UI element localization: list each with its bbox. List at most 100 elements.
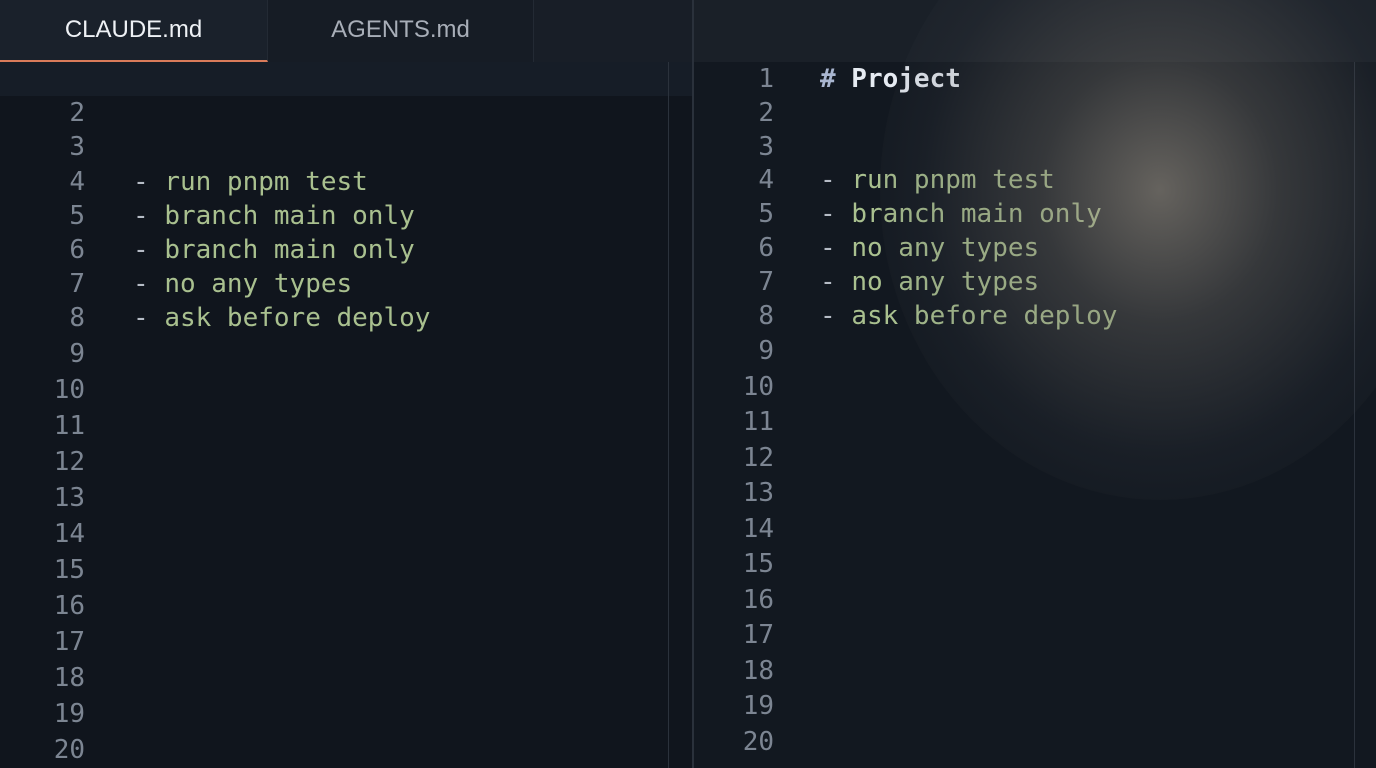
left-editor-line[interactable]: 15 <box>0 555 692 589</box>
right-editor-line[interactable]: 19 <box>694 691 1376 725</box>
left-editor-line[interactable]: 3 <box>0 132 692 166</box>
left-editor-line[interactable]: 11 <box>0 411 692 445</box>
line-number: 15 <box>742 549 774 580</box>
right-editor-line[interactable]: 11 <box>694 407 1376 441</box>
line-number: 17 <box>53 627 85 658</box>
line-number: 14 <box>53 519 85 550</box>
right-editor-line[interactable]: 12 <box>694 443 1376 477</box>
line-content: # Project <box>820 64 961 94</box>
line-number: 5 <box>758 199 774 230</box>
line-text: branch main only <box>164 235 415 265</box>
right-editor-line[interactable]: 5 - branch main only <box>694 199 1376 233</box>
right-editor-pane[interactable]: 1 # Project 2 3 4 - run pnpm test 5 - branch ma… <box>694 62 1376 768</box>
line-content: - branch main only <box>820 199 1102 229</box>
right-editor-line[interactable]: 16 <box>694 585 1376 619</box>
line-number: 12 <box>742 442 774 473</box>
right-editor-line[interactable]: 9 <box>694 336 1376 370</box>
line-number: 6 <box>69 235 85 265</box>
line-number: 16 <box>742 584 774 615</box>
line-number: 13 <box>53 483 85 514</box>
left-editor-line[interactable]: 17 <box>0 627 692 661</box>
line-content: - no any types <box>133 269 352 299</box>
right-editor-line[interactable]: 18 <box>694 656 1376 690</box>
right-editor-line[interactable]: 3 <box>694 132 1376 166</box>
right-pane-header <box>694 0 1376 62</box>
line-number: 1 <box>758 64 774 94</box>
left-editor-line[interactable]: 14 <box>0 519 692 553</box>
list-bullet: - <box>133 166 165 197</box>
right-editor-line[interactable]: 20 <box>694 727 1376 761</box>
line-text: ask before deploy <box>851 300 1118 331</box>
line-number: 14 <box>742 513 774 544</box>
left-editor-line[interactable]: 19 <box>0 699 692 733</box>
list-bullet: - <box>820 199 852 230</box>
right-editor-line[interactable]: 1 # Project <box>694 64 1376 98</box>
line-content: - ask before deploy <box>820 301 1117 331</box>
right-editor-line[interactable]: 15 <box>694 549 1376 583</box>
left-editor-line[interactable]: 2 <box>0 98 692 132</box>
tab-bar: CLAUDE.md AGENTS.md <box>0 0 692 62</box>
list-bullet: - <box>820 266 852 297</box>
line-number: 8 <box>69 303 85 334</box>
right-editor-line[interactable]: 7 - no any types <box>694 267 1376 301</box>
current-line-highlight <box>0 62 692 96</box>
line-number: 18 <box>742 655 774 686</box>
left-editor-line[interactable]: 9 <box>0 339 692 373</box>
left-editor-line[interactable]: 12 <box>0 447 692 481</box>
line-number: 2 <box>69 98 85 129</box>
line-number: 4 <box>758 165 774 196</box>
right-editor-line[interactable]: 2 <box>694 98 1376 132</box>
left-editor-line[interactable]: 5 - branch main only <box>0 201 692 235</box>
right-editor-line[interactable]: 17 <box>694 620 1376 654</box>
list-bullet: - <box>133 200 165 231</box>
line-content: - run pnpm test <box>133 167 368 197</box>
line-text: branch main only <box>164 200 415 231</box>
tab-claude-md[interactable]: CLAUDE.md <box>0 0 268 62</box>
line-number: 19 <box>742 691 774 722</box>
line-number: 3 <box>758 131 774 162</box>
line-number: 13 <box>742 478 774 509</box>
list-bullet: - <box>133 235 165 265</box>
right-editor-line[interactable]: 14 <box>694 514 1376 548</box>
list-bullet: - <box>820 233 852 263</box>
line-text: branch main only <box>851 199 1102 230</box>
left-editor-line[interactable]: 8 - ask before deploy <box>0 303 692 337</box>
left-editor-line[interactable]: 16 <box>0 591 692 625</box>
line-number: 5 <box>69 200 85 231</box>
left-editor-pane[interactable]: 1# Project234- run pnpm test5- branch ma… <box>0 62 692 768</box>
line-text: no any types <box>164 269 353 300</box>
pane-divider[interactable] <box>692 0 694 768</box>
left-editor-line[interactable]: 10 <box>0 375 692 409</box>
line-text: no any types <box>851 233 1040 263</box>
left-editor-line[interactable]: 7 - no any types <box>0 269 692 303</box>
left-editor-line[interactable]: 6 - branch main only <box>0 235 692 269</box>
right-pane-ruler <box>1354 62 1355 768</box>
line-number: 16 <box>53 591 85 622</box>
line-number: 6 <box>758 233 774 263</box>
left-editor-line[interactable]: 20 <box>0 735 692 768</box>
line-number: 2 <box>758 97 774 128</box>
right-editor-line[interactable]: 13 <box>694 478 1376 512</box>
line-number: 7 <box>69 269 85 300</box>
heading-text: Project <box>835 64 961 94</box>
left-editor-line[interactable]: 4 - run pnpm test <box>0 167 692 201</box>
line-content: - ask before deploy <box>133 303 430 333</box>
left-editor-line[interactable]: 13 <box>0 483 692 517</box>
line-number: 15 <box>53 555 85 586</box>
right-editor-line[interactable]: 6 - no any types <box>694 233 1376 267</box>
line-number: 9 <box>758 336 774 367</box>
list-bullet: - <box>820 300 852 331</box>
line-content: - branch main only <box>133 235 415 265</box>
line-number: 20 <box>53 735 85 766</box>
left-editor-line[interactable]: 18 <box>0 663 692 697</box>
tab-agents-md[interactable]: AGENTS.md <box>268 0 534 62</box>
line-number: 12 <box>53 447 85 478</box>
line-text: no any types <box>851 266 1040 297</box>
line-number: 10 <box>742 371 774 402</box>
list-bullet: - <box>133 303 165 334</box>
right-editor-line[interactable]: 10 <box>694 372 1376 406</box>
right-editor-line[interactable]: 8 - ask before deploy <box>694 301 1376 335</box>
right-editor-line[interactable]: 4 - run pnpm test <box>694 165 1376 199</box>
line-number: 18 <box>53 663 85 694</box>
line-number: 9 <box>69 339 85 370</box>
